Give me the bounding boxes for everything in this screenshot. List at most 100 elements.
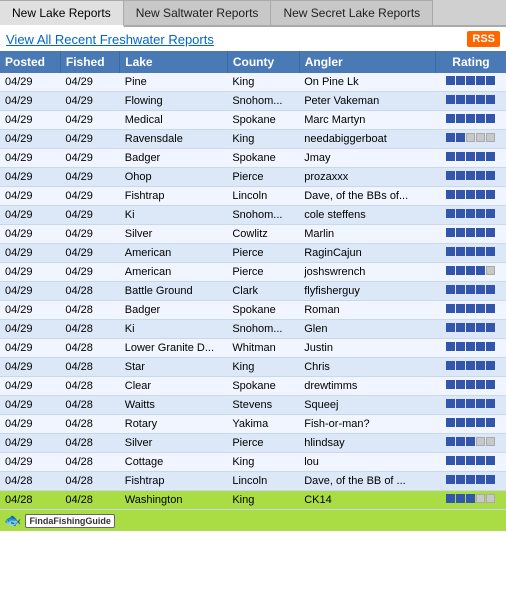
cell-rating (435, 149, 506, 168)
table-row[interactable]: 04/2904/29FishtrapLincolnDave, of the BB… (0, 187, 506, 206)
cell-posted: 04/29 (0, 415, 60, 434)
star-filled-icon (476, 304, 485, 313)
star-filled-icon (466, 171, 475, 180)
cell-fished: 04/28 (60, 453, 119, 472)
cell-posted: 04/29 (0, 130, 60, 149)
view-all-link[interactable]: View All Recent Freshwater Reports (6, 32, 214, 47)
table-row[interactable]: 04/2904/29MedicalSpokaneMarc Martyn (0, 111, 506, 130)
star-filled-icon (456, 266, 465, 275)
table-row[interactable]: 04/2904/28SilverPiercehlindsay (0, 434, 506, 453)
table-row[interactable]: 04/2904/28WaittsStevensSqueej (0, 396, 506, 415)
star-filled-icon (456, 228, 465, 237)
star-filled-icon (466, 247, 475, 256)
cell-lake: Medical (120, 111, 228, 130)
cell-fished: 04/29 (60, 206, 119, 225)
table-row[interactable]: 04/2904/28KiSnohom...Glen (0, 320, 506, 339)
cell-lake: Ohop (120, 168, 228, 187)
cell-county: Pierce (227, 244, 299, 263)
cell-angler: Roman (299, 301, 435, 320)
star-filled-icon (466, 380, 475, 389)
cell-county: King (227, 358, 299, 377)
cell-county: Stevens (227, 396, 299, 415)
cell-angler: On Pine Lk (299, 73, 435, 92)
table-row[interactable]: 04/2904/28BadgerSpokaneRoman (0, 301, 506, 320)
tab-lake-reports[interactable]: New Lake Reports (0, 0, 124, 27)
star-filled-icon (486, 342, 495, 351)
col-angler: Angler (299, 51, 435, 73)
star-filled-icon (466, 304, 475, 313)
star-filled-icon (466, 437, 475, 446)
table-row[interactable]: 04/2904/28RotaryYakimaFish-or-man? (0, 415, 506, 434)
cell-posted: 04/29 (0, 168, 60, 187)
cell-angler: CK14 (299, 491, 435, 510)
star-filled-icon (456, 171, 465, 180)
table-row[interactable]: 04/2904/29OhopPierceprozaxxx (0, 168, 506, 187)
star-filled-icon (476, 456, 485, 465)
star-filled-icon (446, 95, 455, 104)
table-row[interactable]: 04/2904/29RavensdaleKingneedabiggerboat (0, 130, 506, 149)
tab-secret-lake-reports[interactable]: New Secret Lake Reports (271, 0, 433, 25)
cell-rating (435, 92, 506, 111)
star-filled-icon (486, 475, 495, 484)
cell-county: Snohom... (227, 206, 299, 225)
cell-fished: 04/28 (60, 282, 119, 301)
cell-angler: drewtimms (299, 377, 435, 396)
fishing-guide-logo[interactable]: FindaFishingGuide (25, 514, 115, 528)
cell-lake: American (120, 263, 228, 282)
star-filled-icon (446, 247, 455, 256)
table-row[interactable]: 04/2904/29PineKingOn Pine Lk (0, 73, 506, 92)
star-filled-icon (446, 133, 455, 142)
cell-county: King (227, 73, 299, 92)
table-row[interactable]: 04/2904/29KiSnohom...cole steffens (0, 206, 506, 225)
cell-posted: 04/28 (0, 472, 60, 491)
table-row[interactable]: 04/2904/28StarKingChris (0, 358, 506, 377)
star-filled-icon (466, 95, 475, 104)
table-row[interactable]: 04/2804/28WashingtonKingCK14 (0, 491, 506, 510)
rss-badge[interactable]: RSS (467, 31, 500, 47)
cell-fished: 04/29 (60, 130, 119, 149)
cell-lake: Ravensdale (120, 130, 228, 149)
table-row[interactable]: 04/2904/28CottageKinglou (0, 453, 506, 472)
star-filled-icon (456, 494, 465, 503)
cell-rating (435, 282, 506, 301)
star-filled-icon (446, 285, 455, 294)
table-row[interactable]: 04/2804/28FishtrapLincolnDave, of the BB… (0, 472, 506, 491)
star-filled-icon (476, 399, 485, 408)
table-row[interactable]: 04/2904/29AmericanPierceRaginCajun (0, 244, 506, 263)
star-filled-icon (486, 456, 495, 465)
cell-county: Clark (227, 282, 299, 301)
star-empty-icon (486, 437, 495, 446)
table-row[interactable]: 04/2904/28ClearSpokanedrewtimms (0, 377, 506, 396)
tab-saltwater-reports[interactable]: New Saltwater Reports (124, 0, 272, 25)
cell-fished: 04/29 (60, 73, 119, 92)
star-filled-icon (466, 266, 475, 275)
cell-fished: 04/28 (60, 320, 119, 339)
star-filled-icon (456, 361, 465, 370)
cell-lake: Silver (120, 225, 228, 244)
star-filled-icon (486, 399, 495, 408)
star-filled-icon (466, 361, 475, 370)
cell-angler: Dave, of the BB of ... (299, 472, 435, 491)
cell-lake: Lower Granite D... (120, 339, 228, 358)
star-filled-icon (486, 228, 495, 237)
table-row[interactable]: 04/2904/28Lower Granite D...WhitmanJusti… (0, 339, 506, 358)
cell-lake: Badger (120, 301, 228, 320)
cell-posted: 04/29 (0, 263, 60, 282)
cell-lake: Fishtrap (120, 472, 228, 491)
star-filled-icon (446, 228, 455, 237)
table-row[interactable]: 04/2904/29AmericanPiercejoshswrench (0, 263, 506, 282)
star-filled-icon (476, 152, 485, 161)
table-row[interactable]: 04/2904/29BadgerSpokaneJmay (0, 149, 506, 168)
table-row[interactable]: 04/2904/29FlowingSnohom...Peter Vakeman (0, 92, 506, 111)
star-filled-icon (466, 190, 475, 199)
star-filled-icon (456, 475, 465, 484)
cell-county: Spokane (227, 149, 299, 168)
cell-lake: Pine (120, 73, 228, 92)
cell-rating (435, 434, 506, 453)
table-row[interactable]: 04/2904/28Battle GroundClarkflyfisherguy (0, 282, 506, 301)
table-row[interactable]: 04/2904/29SilverCowlitzMarlin (0, 225, 506, 244)
cell-lake: Ki (120, 320, 228, 339)
col-county: County (227, 51, 299, 73)
star-filled-icon (476, 190, 485, 199)
cell-angler: Marc Martyn (299, 111, 435, 130)
